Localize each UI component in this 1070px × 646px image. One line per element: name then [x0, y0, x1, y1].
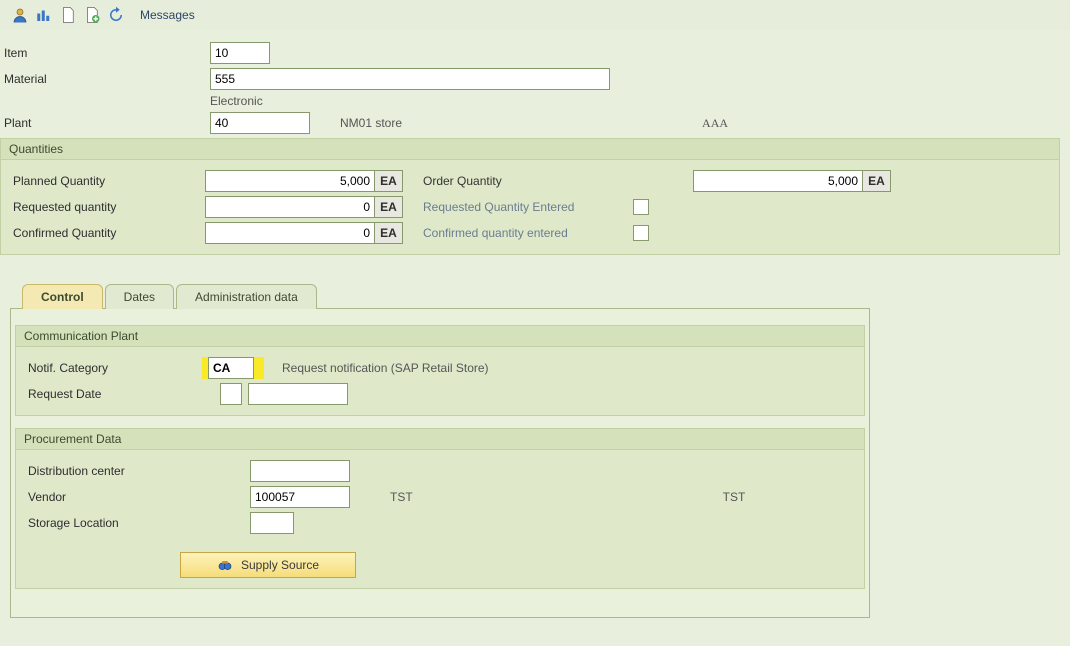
- confirmed-qty-unit: EA: [375, 222, 403, 244]
- notif-category-input[interactable]: [208, 357, 254, 379]
- tab-administration-data[interactable]: Administration data: [176, 284, 317, 309]
- tab-dates[interactable]: Dates: [105, 284, 174, 309]
- tabstrip: Control Dates Administration data: [0, 283, 1070, 308]
- supply-source-label: Supply Source: [241, 558, 319, 572]
- toolbar-new-document-icon[interactable]: [82, 5, 102, 25]
- storage-location-label: Storage Location: [20, 516, 250, 530]
- requested-entered-label: Requested Quantity Entered: [403, 200, 593, 214]
- notif-category-desc: Request notification (SAP Retail Store): [282, 361, 489, 375]
- plant-extra: AAA: [702, 116, 728, 131]
- requested-qty-label: Requested quantity: [5, 200, 205, 214]
- toolbar-refresh-icon[interactable]: [106, 5, 126, 25]
- tab-control[interactable]: Control: [22, 284, 103, 309]
- quantities-title: Quantities: [1, 139, 1059, 160]
- material-description: Electronic: [210, 94, 263, 108]
- order-qty-label: Order Quantity: [403, 174, 593, 188]
- confirmed-entered-checkbox[interactable]: [633, 225, 649, 241]
- toolbar-document-icon[interactable]: [58, 5, 78, 25]
- plant-name: NM01 store: [340, 116, 402, 130]
- vendor-input[interactable]: [250, 486, 350, 508]
- binoculars-icon: [217, 557, 233, 573]
- requested-qty-input[interactable]: [205, 196, 375, 218]
- material-label: Material: [0, 72, 210, 86]
- plant-label: Plant: [0, 116, 210, 130]
- confirmed-entered-label: Confirmed quantity entered: [403, 226, 593, 240]
- item-label: Item: [0, 46, 210, 60]
- requested-entered-checkbox[interactable]: [633, 199, 649, 215]
- confirmed-qty-input[interactable]: [205, 222, 375, 244]
- toolbar-user-icon[interactable]: [10, 5, 30, 25]
- toolbar: Messages: [0, 0, 1070, 30]
- tab-panel-control: Communication Plant Notif. Category Requ…: [10, 308, 870, 618]
- comm-plant-title: Communication Plant: [16, 326, 864, 347]
- supply-source-button[interactable]: Supply Source: [180, 552, 356, 578]
- dc-label: Distribution center: [20, 464, 250, 478]
- storage-location-input[interactable]: [250, 512, 294, 534]
- vendor-label: Vendor: [20, 490, 250, 504]
- confirmed-qty-label: Confirmed Quantity: [5, 226, 205, 240]
- dc-input[interactable]: [250, 460, 350, 482]
- vendor-name-1: TST: [390, 490, 413, 504]
- vendor-name-2: TST: [723, 490, 746, 504]
- planned-qty-unit: EA: [375, 170, 403, 192]
- material-input[interactable]: [210, 68, 610, 90]
- header-area: Item Material Electronic Plant NM01 stor…: [0, 30, 1070, 263]
- request-date-label: Request Date: [20, 387, 220, 401]
- procurement-title: Procurement Data: [16, 429, 864, 450]
- planned-qty-label: Planned Quantity: [5, 174, 205, 188]
- toolbar-messages-link[interactable]: Messages: [140, 8, 195, 22]
- toolbar-chart-icon[interactable]: [34, 5, 54, 25]
- requested-qty-unit: EA: [375, 196, 403, 218]
- plant-input[interactable]: [210, 112, 310, 134]
- notif-category-highlight: [202, 357, 264, 379]
- item-input[interactable]: [210, 42, 270, 64]
- order-qty-unit: EA: [863, 170, 891, 192]
- order-qty-input[interactable]: [693, 170, 863, 192]
- request-date-input-1[interactable]: [220, 383, 242, 405]
- request-date-input-2[interactable]: [248, 383, 348, 405]
- planned-qty-input[interactable]: [205, 170, 375, 192]
- notif-category-label: Notif. Category: [20, 361, 220, 375]
